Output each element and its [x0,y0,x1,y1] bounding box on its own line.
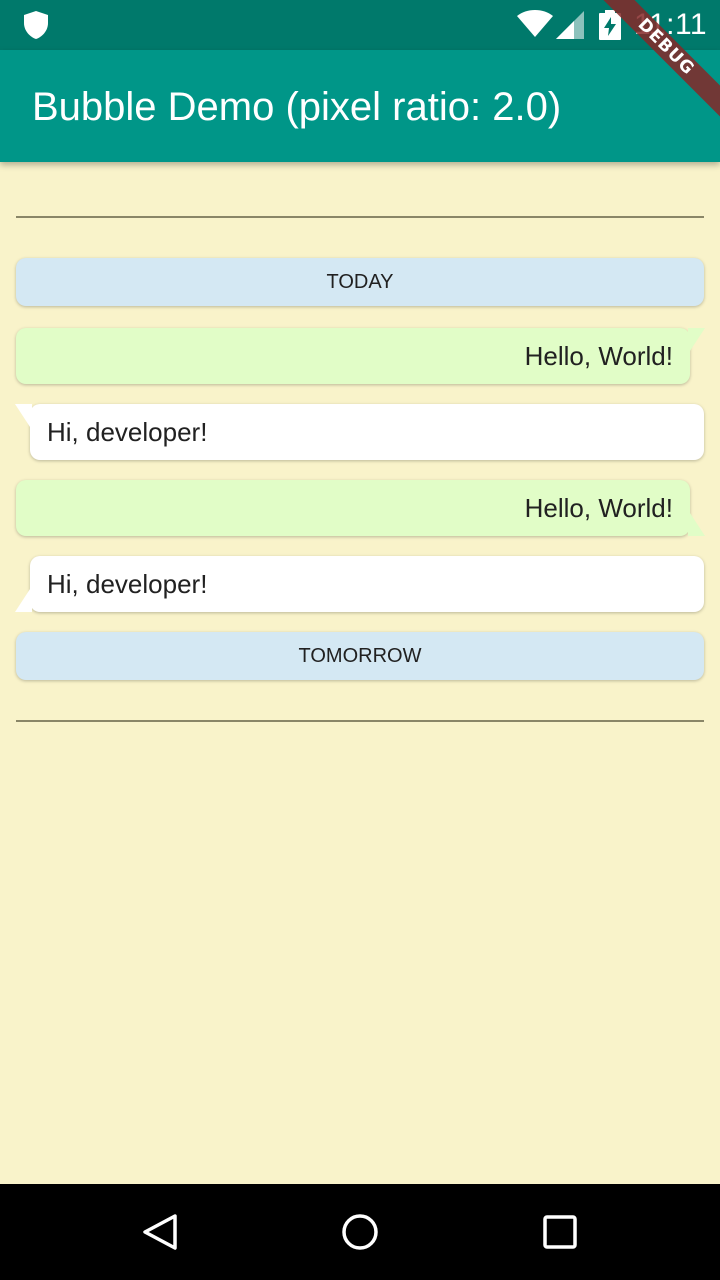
message-text: Hi, developer! [47,417,208,447]
battery-charging-icon [599,10,621,40]
bubble-tail [15,404,32,430]
message-text: Hello, World! [524,341,673,371]
date-chip-tomorrow: TOMORROW [16,632,704,680]
message-bubble-sent[interactable]: Hello, World! [16,328,690,384]
page-title: Bubble Demo (pixel ratio: 2.0) [32,85,562,129]
shield-icon [24,11,48,39]
navigation-bar [0,1184,720,1280]
recents-icon[interactable] [540,1212,580,1252]
back-icon[interactable] [140,1212,180,1252]
divider-top [16,216,704,218]
date-chip-today: TODAY [16,258,704,306]
message-text: Hello, World! [524,493,673,523]
message-bubble-received[interactable]: Hi, developer! [30,404,704,460]
cell-signal-icon [556,11,584,39]
message-text: Hi, developer! [47,569,208,599]
message-bubble-received[interactable]: Hi, developer! [30,556,704,612]
home-icon[interactable] [340,1212,380,1252]
status-bar: 11:11 [0,0,720,50]
bubble-tail [688,510,705,536]
bubble-tail [688,328,705,354]
app-bar: Bubble Demo (pixel ratio: 2.0) [0,50,720,162]
bubble-tail [15,586,32,612]
status-time: 11:11 [634,8,708,41]
divider-bottom [16,720,704,722]
message-bubble-sent[interactable]: Hello, World! [16,480,690,536]
wifi-icon [517,10,553,37]
